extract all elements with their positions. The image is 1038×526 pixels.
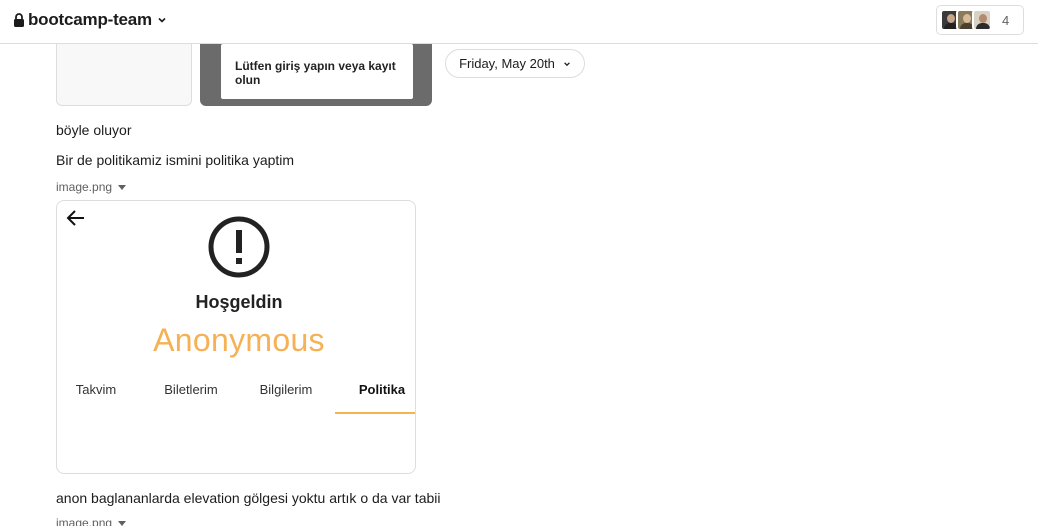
tab-takvim: Takvim (75, 382, 117, 397)
channel-name: bootcamp-team (28, 10, 152, 29)
avatar (972, 9, 992, 31)
file-name-toggle[interactable]: image.png (56, 516, 127, 526)
image-attachment[interactable]: Hoşgeldin Anonymous Takvim Biletlerim Bi… (56, 200, 416, 474)
caret-down-icon (118, 520, 127, 526)
file-name-toggle[interactable]: image.png (56, 180, 127, 194)
lock-icon (14, 13, 24, 27)
members-button[interactable]: 4 (936, 5, 1024, 35)
channel-name-button[interactable]: bootcamp-team (13, 9, 167, 31)
message-text: Bir de politikamiz ismini politika yapti… (56, 152, 295, 168)
alert-circle-icon (208, 216, 270, 278)
tab-biletlerim: Biletlerim (164, 382, 218, 397)
chevron-down-icon (564, 61, 570, 66)
date-label: Friday, May 20th (459, 56, 555, 71)
channel-header: bootcamp-team 4 (0, 0, 1038, 44)
member-count: 4 (1002, 12, 1010, 28)
file-name: image.png (56, 516, 113, 526)
tab-politika: Politika (358, 382, 406, 397)
dialog-text: Lütfen giriş yapın veya kayıt olun (221, 44, 413, 99)
message-text: anon baglananlarda elevation gölgesi yok… (56, 490, 441, 506)
chevron-down-icon (158, 17, 166, 23)
image-thumbnail[interactable]: Lütfen giriş yapın veya kayıt olun (200, 36, 432, 106)
tab-bilgilerim: Bilgilerim (259, 382, 313, 397)
active-tab-indicator (335, 412, 415, 414)
date-divider[interactable]: Friday, May 20th (445, 49, 585, 78)
caret-down-icon (118, 184, 127, 190)
image-thumbnail[interactable] (56, 36, 192, 106)
back-arrow-icon (66, 210, 84, 226)
file-name: image.png (56, 180, 113, 194)
user-name: Anonymous (153, 322, 325, 358)
message-text: böyle oluyor (56, 122, 132, 138)
welcome-heading: Hoşgeldin (195, 292, 283, 312)
